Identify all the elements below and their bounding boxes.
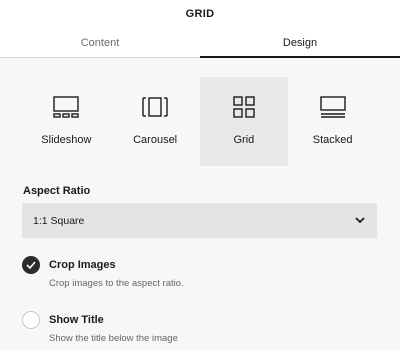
show-title-description: Show the title below the image <box>49 333 178 344</box>
layout-option-slideshow[interactable]: Slideshow <box>22 77 111 166</box>
show-title-title: Show Title <box>49 314 104 326</box>
layout-label-stacked: Stacked <box>312 134 353 146</box>
slideshow-icon <box>51 95 81 119</box>
aspect-ratio-select[interactable]: 1:1 Square <box>22 203 377 238</box>
carousel-icon <box>140 95 170 119</box>
crop-images-title: Crop Images <box>49 259 116 271</box>
show-title-option: Show Title Show the title below the imag… <box>22 311 377 347</box>
tab-content-label: Content <box>80 36 120 49</box>
layout-picker: Slideshow Carousel Grid Stacked <box>22 77 377 166</box>
crop-images-checkbox[interactable] <box>22 256 40 274</box>
panel-title: GRID <box>185 8 215 20</box>
checkmark-icon <box>26 261 36 269</box>
aspect-ratio-label: Aspect Ratio <box>23 185 91 197</box>
panel-header: GRID <box>0 0 400 28</box>
layout-option-stacked[interactable]: Stacked <box>288 77 377 166</box>
crop-images-description: Crop images to the aspect ratio. <box>49 278 184 289</box>
grid-icon <box>229 95 259 119</box>
stacked-icon <box>318 95 348 119</box>
show-title-checkbox[interactable] <box>22 311 40 329</box>
aspect-ratio-value: 1:1 Square <box>33 214 85 227</box>
layout-option-carousel[interactable]: Carousel <box>111 77 200 166</box>
tab-bar: Content Design <box>0 28 400 58</box>
layout-option-grid[interactable]: Grid <box>199 77 289 166</box>
layout-label-slideshow: Slideshow <box>41 134 92 146</box>
tab-design-label: Design <box>282 36 318 49</box>
crop-images-option: Crop Images Crop images to the aspect ra… <box>22 256 377 292</box>
tab-content[interactable]: Content <box>0 28 200 57</box>
layout-label-grid: Grid <box>233 134 255 146</box>
tab-design[interactable]: Design <box>200 28 400 58</box>
chevron-down-icon <box>355 217 365 225</box>
layout-label-carousel: Carousel <box>133 134 178 146</box>
